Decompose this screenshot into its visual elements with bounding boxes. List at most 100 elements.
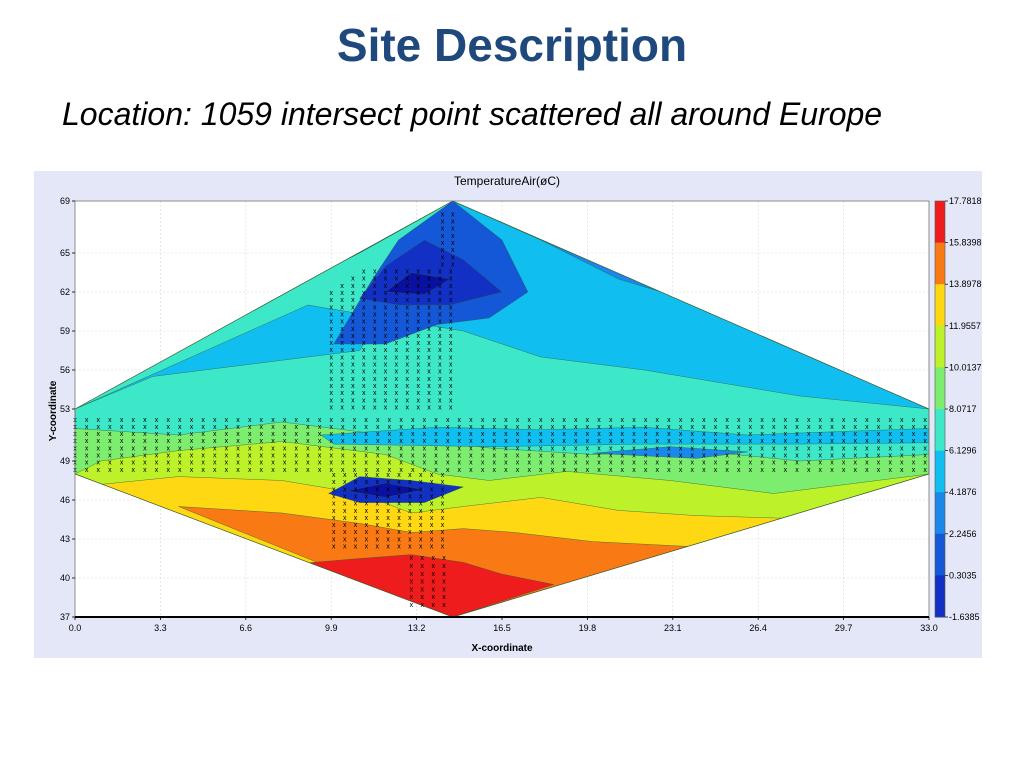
sample-marker: x (364, 431, 368, 438)
sample-marker: x (340, 383, 344, 390)
sample-marker: x (427, 347, 431, 354)
sample-marker: x (365, 522, 369, 529)
sample-marker: x (395, 283, 399, 290)
sample-marker: x (516, 438, 520, 445)
sample-marker: x (481, 424, 485, 431)
sample-marker: x (539, 467, 543, 474)
sample-marker: x (434, 467, 438, 474)
sample-marker: x (912, 431, 916, 438)
sample-marker: x (438, 362, 442, 369)
sample-marker: x (772, 431, 776, 438)
sample-marker: x (690, 460, 694, 467)
sample-marker: x (108, 438, 112, 445)
sample-marker: x (749, 417, 753, 424)
sample-marker: x (178, 467, 182, 474)
sample-marker: x (386, 508, 390, 515)
colorbar-label: 11.9557 (949, 321, 981, 331)
sample-marker: x (373, 283, 377, 290)
sample-marker: x (329, 333, 333, 340)
sample-marker: x (656, 460, 660, 467)
sample-marker: x (306, 445, 310, 452)
sample-marker: x (419, 522, 423, 529)
sample-marker: x (737, 417, 741, 424)
sample-marker: x (442, 602, 446, 609)
sample-marker: x (416, 283, 420, 290)
sample-marker: x (807, 431, 811, 438)
sample-marker: x (416, 397, 420, 404)
sample-marker: x (807, 438, 811, 445)
sample-marker: x (271, 453, 275, 460)
sample-marker: x (438, 376, 442, 383)
sample-marker: x (362, 312, 366, 319)
sample-marker: x (386, 494, 390, 501)
sample-marker: x (166, 453, 170, 460)
sample-marker: x (341, 460, 345, 467)
slide-subtitle: Location: 1059 intersect point scattered… (62, 96, 883, 132)
sample-marker: x (395, 397, 399, 404)
sample-marker: x (807, 460, 811, 467)
sample-marker: x (772, 453, 776, 460)
sample-marker: x (397, 508, 401, 515)
sample-marker: x (423, 424, 427, 431)
sample-marker: x (679, 445, 683, 452)
sample-marker: x (131, 431, 135, 438)
sample-marker: x (340, 333, 344, 340)
sample-marker: x (362, 397, 366, 404)
sample-marker: x (481, 417, 485, 424)
y-tick-label: 43 (60, 534, 70, 544)
sample-marker: x (376, 453, 380, 460)
sample-marker: x (364, 460, 368, 467)
sample-marker: x (900, 453, 904, 460)
sample-marker: x (340, 369, 344, 376)
sample-marker: x (551, 431, 555, 438)
sample-marker: x (830, 438, 834, 445)
sample-marker: x (438, 383, 442, 390)
sample-marker: x (271, 445, 275, 452)
sample-marker: x (406, 290, 410, 297)
sample-marker: x (504, 438, 508, 445)
sample-marker: x (434, 424, 438, 431)
sample-marker: x (97, 445, 101, 452)
sample-marker: x (364, 453, 368, 460)
sample-marker: x (431, 563, 435, 570)
sample-marker: x (343, 515, 347, 522)
sample-marker: x (213, 467, 217, 474)
sample-marker: x (923, 445, 927, 452)
sample-marker: x (362, 347, 366, 354)
sample-marker: x (842, 467, 846, 474)
sample-marker: x (819, 417, 823, 424)
sample-marker: x (656, 424, 660, 431)
sample-marker: x (120, 438, 124, 445)
sample-marker: x (332, 515, 336, 522)
sample-marker: x (702, 417, 706, 424)
sample-marker: x (656, 445, 660, 452)
sample-marker: x (772, 424, 776, 431)
sample-marker: x (737, 438, 741, 445)
sample-marker: x (260, 417, 264, 424)
sample-marker: x (408, 536, 412, 543)
sample-marker: x (784, 417, 788, 424)
sample-marker: x (166, 417, 170, 424)
sample-marker: x (362, 390, 366, 397)
sample-marker: x (551, 417, 555, 424)
sample-marker: x (395, 319, 399, 326)
sample-marker: x (397, 522, 401, 529)
sample-marker: x (865, 417, 869, 424)
sample-marker: x (354, 522, 358, 529)
sample-marker: x (853, 417, 857, 424)
sample-marker: x (586, 445, 590, 452)
sample-marker: x (386, 536, 390, 543)
sample-marker: x (332, 479, 336, 486)
sample-marker: x (760, 424, 764, 431)
sample-marker: x (853, 424, 857, 431)
sample-marker: x (353, 453, 357, 460)
sample-marker: x (395, 269, 399, 276)
sample-marker: x (865, 460, 869, 467)
sample-marker: x (784, 460, 788, 467)
sample-marker: x (190, 424, 194, 431)
sample-marker: x (411, 460, 415, 467)
sample-marker: x (597, 453, 601, 460)
sample-marker: x (449, 340, 453, 347)
sample-marker: x (225, 453, 229, 460)
sample-marker: x (236, 445, 240, 452)
